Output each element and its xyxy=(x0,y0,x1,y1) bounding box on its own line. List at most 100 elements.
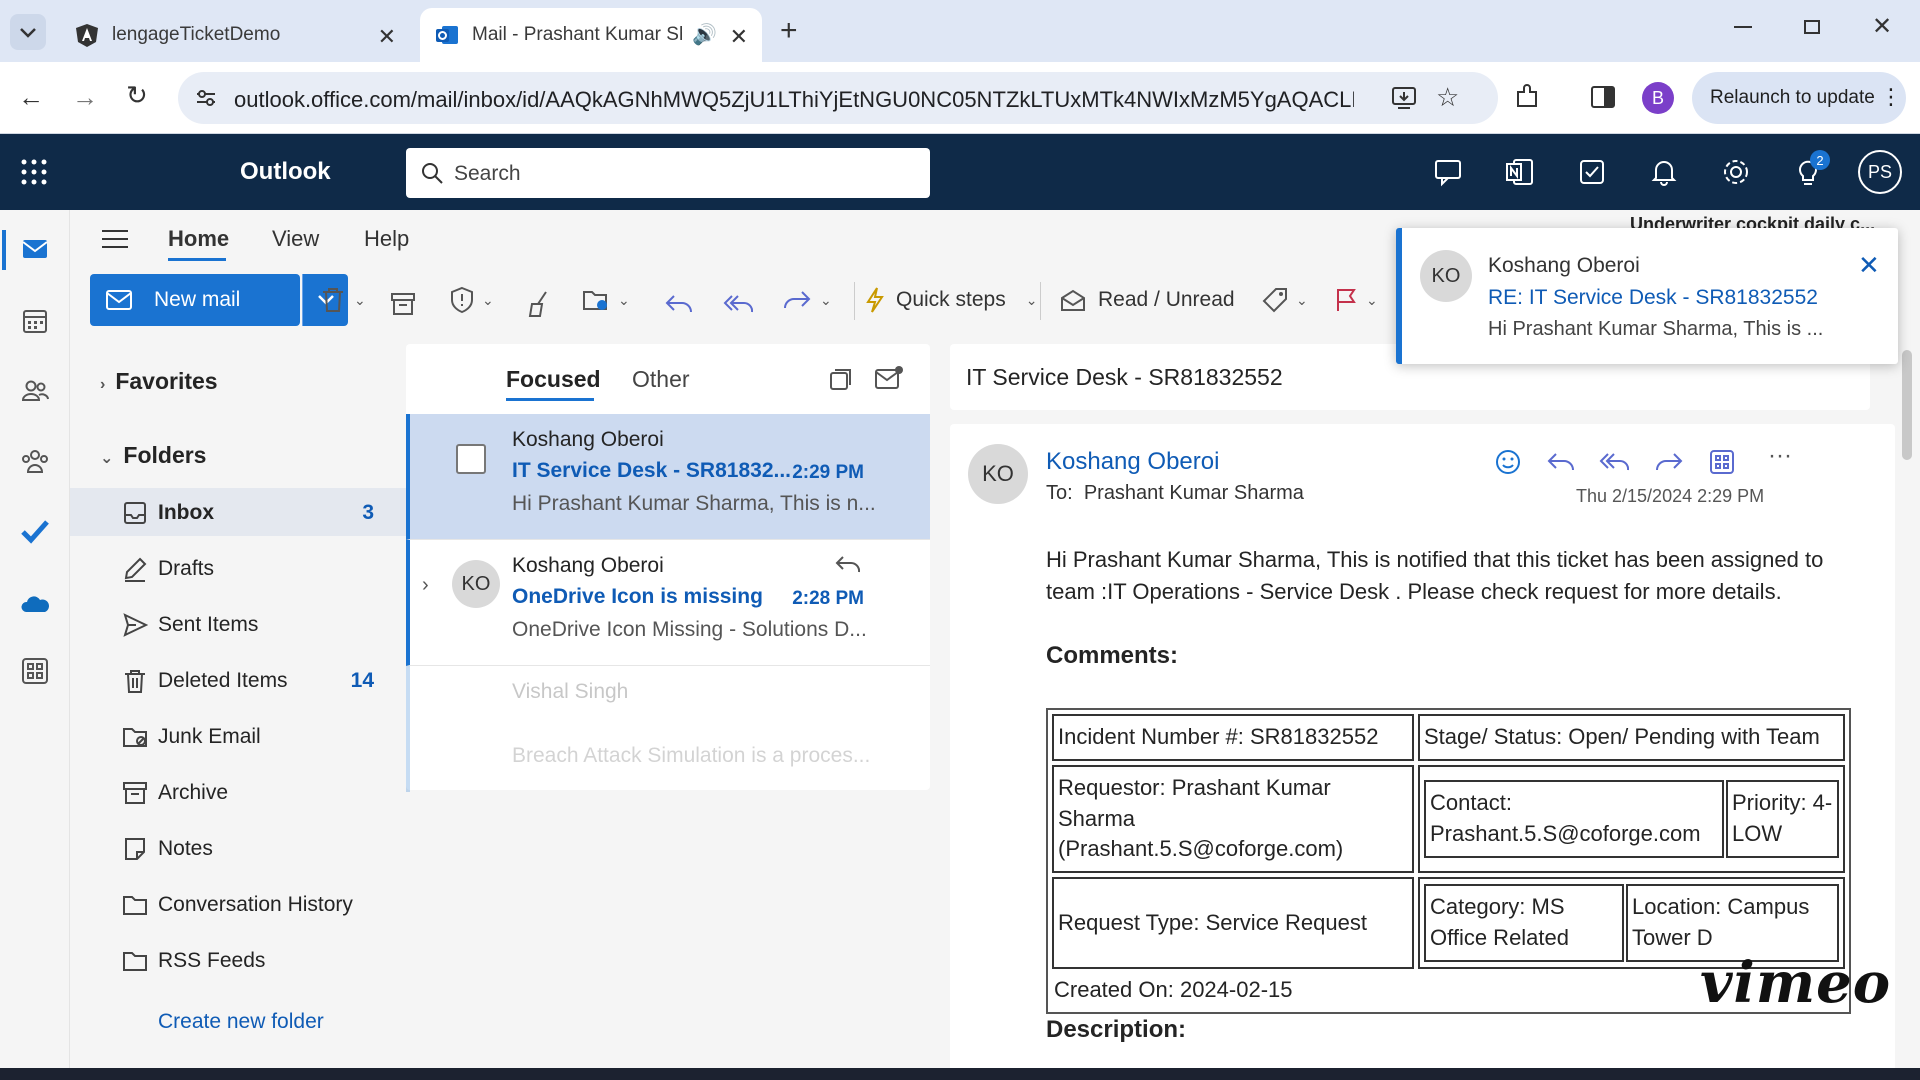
back-arrow-icon[interactable]: ← xyxy=(18,82,44,113)
apps-grid-icon[interactable] xyxy=(1708,448,1736,476)
folder-conversation-history[interactable]: Conversation History xyxy=(70,880,406,928)
folder-junk-email[interactable]: Junk Email xyxy=(70,712,406,760)
folder-notes[interactable]: Notes xyxy=(70,824,406,872)
archive-icon[interactable] xyxy=(390,292,416,316)
new-tab-button[interactable]: + xyxy=(780,14,798,48)
people-icon[interactable] xyxy=(20,376,50,406)
scrollbar-thumb[interactable] xyxy=(1902,350,1912,460)
folder-deleted-items[interactable]: Deleted Items 14 xyxy=(70,656,406,704)
kebab-menu-icon[interactable]: ⋮ xyxy=(1880,84,1902,110)
bookmark-star-icon[interactable]: ☆ xyxy=(1436,82,1459,113)
move-to-button[interactable]: ⌄ xyxy=(582,280,630,320)
delete-button[interactable]: ⌄ xyxy=(320,280,366,320)
user-avatar[interactable]: PS xyxy=(1858,150,1902,194)
todo-icon[interactable] xyxy=(1576,156,1608,188)
forward-button[interactable]: ⌄ xyxy=(782,280,832,320)
profile-avatar[interactable]: B xyxy=(1642,82,1674,114)
side-panel-icon[interactable] xyxy=(1590,84,1616,110)
emoji-react-icon[interactable] xyxy=(1494,448,1522,476)
report-button[interactable]: ⌄ xyxy=(450,280,494,320)
message-time: 2:28 PM xyxy=(792,588,864,609)
message-sender: Koshang Oberoi xyxy=(512,428,664,451)
folder-archive[interactable]: Archive xyxy=(70,768,406,816)
folders-section[interactable]: ⌄ Folders xyxy=(100,442,206,469)
folder-inbox[interactable]: Inbox 3 xyxy=(70,488,406,536)
bell-icon[interactable] xyxy=(1648,156,1680,188)
relaunch-button[interactable]: Relaunch to update ⋮ xyxy=(1692,72,1906,124)
todo-check-icon[interactable] xyxy=(20,516,50,546)
window-close-icon[interactable]: ✕ xyxy=(1872,12,1892,41)
favorites-section[interactable]: › Favorites xyxy=(100,368,218,395)
search-input[interactable]: Search xyxy=(406,148,930,198)
calendar-icon[interactable] xyxy=(20,306,50,336)
chevron-down-icon[interactable]: ⌄ xyxy=(354,292,366,309)
mail-icon[interactable] xyxy=(20,234,50,264)
groups-icon[interactable] xyxy=(20,446,50,476)
message-checkbox[interactable] xyxy=(456,444,486,474)
forward-icon[interactable] xyxy=(1654,450,1684,474)
site-settings-icon[interactable] xyxy=(194,86,218,110)
hamburger-icon[interactable] xyxy=(102,228,128,250)
tab-view[interactable]: View xyxy=(272,226,319,252)
install-app-icon[interactable] xyxy=(1390,84,1418,112)
flag-button[interactable]: ⌄ xyxy=(1334,280,1378,320)
select-icon[interactable] xyxy=(828,368,852,392)
extensions-icon[interactable] xyxy=(1512,82,1542,112)
teams-chat-icon[interactable] xyxy=(1432,156,1464,188)
filter-mail-icon[interactable] xyxy=(874,364,904,392)
forward-arrow-icon[interactable]: → xyxy=(72,82,98,113)
message-item[interactable]: › KO Koshang Oberoi OneDrive Icon is mis… xyxy=(406,540,930,666)
recipient-name[interactable]: Prashant Kumar Sharma xyxy=(1084,482,1304,504)
minimize-icon[interactable] xyxy=(1734,26,1752,28)
new-mail-notification[interactable]: KO Koshang Oberoi RE: IT Service Desk - … xyxy=(1396,228,1898,364)
folder-sent-items[interactable]: Sent Items xyxy=(70,600,406,648)
chevron-down-icon[interactable]: ⌄ xyxy=(618,292,630,309)
tab-home[interactable]: Home xyxy=(168,226,229,252)
chevron-right-icon[interactable]: › xyxy=(422,574,429,597)
new-mail-button[interactable]: New mail xyxy=(90,274,300,326)
message-item[interactable]: Vishal Singh Breach Attack Simulation is… xyxy=(406,666,930,792)
outlook-logo-icon xyxy=(436,26,458,44)
more-apps-icon[interactable] xyxy=(20,656,50,686)
more-options-icon[interactable]: ··· xyxy=(1768,442,1792,470)
tab-focused[interactable]: Focused xyxy=(506,366,601,393)
browser-tab-2[interactable]: Mail - Prashant Kumar Shar 🔊 ✕ xyxy=(420,8,762,62)
tab-help[interactable]: Help xyxy=(364,226,409,252)
close-icon[interactable]: ✕ xyxy=(1858,250,1880,281)
browser-tab-1[interactable]: lengageTicketDemo ✕ xyxy=(60,8,410,62)
create-new-folder-link[interactable]: Create new folder xyxy=(158,1010,324,1034)
categorize-button[interactable]: ⌄ xyxy=(1262,280,1308,320)
quick-steps-button[interactable]: Quick steps ⌄ xyxy=(864,280,1037,320)
gear-icon[interactable] xyxy=(1720,156,1752,188)
tab-title: Mail - Prashant Kumar Shar xyxy=(472,24,682,45)
chevron-down-icon[interactable]: ⌄ xyxy=(482,292,494,309)
onenote-icon[interactable] xyxy=(1504,156,1536,188)
address-bar[interactable]: outlook.office.com/mail/inbox/id/AAQkAGN… xyxy=(178,72,1498,124)
chevron-down-icon[interactable]: ⌄ xyxy=(1026,292,1038,309)
sweep-icon[interactable] xyxy=(526,290,552,318)
reply-all-icon[interactable] xyxy=(722,292,754,316)
inbox-icon xyxy=(124,502,146,524)
reload-icon[interactable]: ↻ xyxy=(126,80,148,111)
chevron-down-icon[interactable]: ⌄ xyxy=(1366,292,1378,309)
reply-icon[interactable] xyxy=(1546,450,1576,474)
reply-all-icon[interactable] xyxy=(1598,450,1630,474)
tab-other[interactable]: Other xyxy=(632,366,690,393)
message-item[interactable]: Koshang Oberoi IT Service Desk - SR81832… xyxy=(406,414,930,540)
chevron-down-icon[interactable]: ⌄ xyxy=(1296,292,1308,309)
app-launcher-icon[interactable] xyxy=(20,158,48,186)
contact-priority-cell: Contact: Prashant.5.S@coforge.com Priori… xyxy=(1418,764,1845,874)
restore-icon[interactable] xyxy=(1804,20,1820,34)
read-unread-button[interactable]: Read / Unread xyxy=(1060,280,1235,320)
folder-rss-feeds[interactable]: RSS Feeds xyxy=(70,936,406,984)
folder-drafts[interactable]: Drafts xyxy=(70,544,406,592)
chevron-down-icon[interactable]: ⌄ xyxy=(820,292,832,309)
reply-icon[interactable] xyxy=(664,292,694,316)
rail-active-indicator xyxy=(2,230,6,270)
speaker-icon[interactable]: 🔊 xyxy=(692,22,717,47)
close-icon[interactable]: ✕ xyxy=(378,24,396,50)
tab-search-button[interactable] xyxy=(10,14,46,50)
sender-name[interactable]: Koshang Oberoi xyxy=(1046,448,1219,476)
close-icon[interactable]: ✕ xyxy=(730,24,748,50)
onedrive-icon[interactable] xyxy=(20,590,50,620)
